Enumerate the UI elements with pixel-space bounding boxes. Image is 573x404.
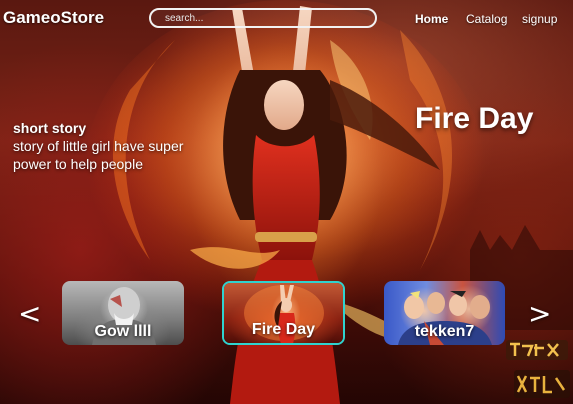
carousel-card-tekken7[interactable]: tekken7 — [384, 281, 505, 345]
card-label: Gow llll — [94, 323, 152, 340]
nav-home-link[interactable]: Home — [415, 12, 448, 26]
corner-game-logo-icon — [506, 340, 570, 398]
story-description: story of little girl have super power to… — [13, 138, 184, 172]
page: GameoStore Home Catalog signup short sto… — [0, 0, 573, 404]
nav-catalog-link[interactable]: Catalog — [466, 12, 507, 26]
search-input[interactable] — [165, 11, 365, 26]
search-bar[interactable] — [149, 8, 377, 28]
featured-game-title: Fire Day — [415, 102, 534, 135]
header: GameoStore Home Catalog signup — [0, 0, 573, 38]
brand-logo-text[interactable]: GameoStore — [3, 8, 104, 28]
card-label: tekken7 — [414, 323, 475, 340]
carousel-card-fire-day[interactable]: Fire Day — [222, 281, 345, 345]
card-label: Fire Day — [251, 321, 316, 338]
carousel-prev-arrow-icon[interactable]: < — [18, 300, 41, 328]
story-block: short story story of little girl have su… — [13, 120, 203, 173]
nav-signup-link[interactable]: signup — [522, 12, 557, 26]
story-title: short story — [13, 120, 87, 136]
carousel-card-gow[interactable]: Gow llll — [62, 281, 184, 345]
